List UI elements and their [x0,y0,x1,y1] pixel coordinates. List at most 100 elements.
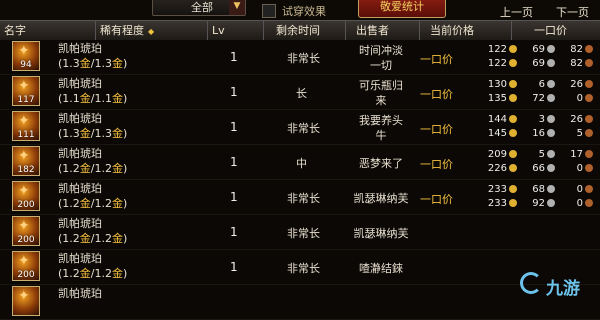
copper-amount: 26 [570,114,583,125]
gold-amount: 122 [487,44,507,55]
col-seller[interactable]: 出售者 [346,21,420,40]
table-row[interactable]: ✦ 111 凯帕琥珀 (1.3金/1.3金) 1 非常长 我要养头牛一口价 144 3 26 145… [0,110,600,145]
table-row[interactable]: ✦ 94 凯帕琥珀 (1.3金/1.3金) 1 非常长 时间冲淡 一切 一口价 122 69 82 12… [0,40,600,75]
amber-item-icon[interactable]: ✦ 182 [12,146,40,176]
ratio-a: 1.1 [62,92,80,105]
item-ratio: (1.2金/1.2金) [58,267,128,280]
buyout-link[interactable]: 一口价 [420,51,453,67]
amber-item-icon[interactable]: ✦ 200 [12,251,40,281]
gold-coin-icon [509,129,517,137]
amber-item-icon[interactable]: ✦ 200 [12,181,40,211]
ratio-unit-a: 金 [79,92,91,105]
copper-coin-icon [585,115,593,123]
time-left: 非常长 [287,192,320,205]
amber-item-icon[interactable]: ✦ 94 [12,41,40,71]
table-row[interactable]: ✦ 200 凯帕琥珀 (1.2金/1.2金) 1 非常长 凯瑟琳纳芙 一口价 233 68 0 233… [0,180,600,215]
time-left: 中 [296,157,307,170]
item-name: 凯帕琥珀 [58,112,102,125]
item-name-cell[interactable]: 凯帕琥珀 (1.3金/1.3金) [58,111,127,141]
copper-coin-icon [585,150,593,158]
silver-coin-icon [547,199,555,207]
time-left: 非常长 [287,227,320,240]
item-name-cell[interactable]: 凯帕琥珀 (1.1金/1.1金) [58,76,127,106]
gem-glyph-icon: ✦ [18,218,30,234]
gold-coin-icon [509,94,517,102]
item-name-cell[interactable]: 凯帕琥珀 (1.2金/1.2金) [58,251,127,281]
item-level: 1 [230,155,238,169]
seller-name: 可乐瓶归 [359,79,403,92]
buyout-link[interactable]: 一口价 [420,121,453,137]
tryon-checkbox[interactable] [262,4,276,18]
ratio-unit-a: 金 [79,162,91,175]
copper-coin-icon [585,199,593,207]
table-row[interactable]: ✦ 凯帕琥珀 [0,285,600,320]
col-rarity[interactable]: 稀有程度 ◆ [96,21,208,40]
ratio-unit-a: 金 [79,197,91,210]
col-lv[interactable]: Lv [208,21,264,40]
item-name: 凯帕琥珀 [58,147,102,160]
silver-amount: 66 [532,163,545,174]
gold-amount: 226 [487,163,507,174]
stats-button[interactable]: 敬爱统计 [358,0,446,18]
buyout-link[interactable]: 一口价 [420,156,453,172]
item-name-cell[interactable]: 凯帕琥珀 (1.3金/1.3金) [58,41,127,71]
col-time[interactable]: 剩余时间 [264,21,346,40]
seller-name-cont: 一切 [370,59,392,72]
seller-name: 时间冲淡 [359,44,403,57]
silver-amount: 69 [532,58,545,69]
silver-coin-icon [547,185,555,193]
table-row[interactable]: ✦ 200 凯帕琥珀 (1.2金/1.2金) 1 非常长 喳瀞结錸 [0,250,600,285]
item-level: 1 [230,85,238,99]
seller-cell: 可乐瓶归来 [346,78,416,108]
amber-item-icon[interactable]: ✦ 200 [12,216,40,246]
buyout-link[interactable]: 一口价 [420,191,453,207]
ratio-b: 1.2 [94,162,113,175]
item-name-cell[interactable]: 凯帕琥珀 (1.2金/1.2金) [58,146,127,176]
gem-glyph-icon: ✦ [18,148,30,164]
amber-item-icon[interactable]: ✦ [12,286,40,316]
copper-coin-icon [585,59,593,67]
current-price: 209 5 17 [475,149,593,162]
time-left: 非常长 [287,262,320,275]
seller-cell: 我要养头牛 [346,113,416,143]
prev-page-button[interactable]: 上一页 [500,4,533,20]
col-current-price[interactable]: 当前价格 [420,21,512,40]
gem-glyph-icon: ✦ [18,113,30,129]
buyout-link[interactable]: 一口价 [420,86,453,102]
ratio-unit-b: 金 [112,232,124,245]
sort-arrow-icon: ◆ [148,27,155,36]
col-buyout[interactable]: 一口价 [512,21,600,40]
current-price: 144 3 26 [475,114,593,127]
silver-coin-icon [547,164,555,172]
table-row[interactable]: ✦ 117 凯帕琥珀 (1.1金/1.1金) 1 长可乐瓶归来一口价 130 6 26 135 72… [0,75,600,110]
seller-name-cont: 来 [375,94,387,107]
ratio-unit-b: 金 [112,92,124,105]
item-name-cell[interactable]: 凯帕琥珀 [58,286,102,301]
silver-amount: 68 [532,184,545,195]
col-name[interactable]: 名字 [0,21,96,40]
amber-item-icon[interactable]: ✦ 111 [12,111,40,141]
col-name-label: 名字 [4,24,26,37]
tryon-toggle[interactable]: 试穿效果 [262,4,326,18]
gold-coin-icon [509,185,517,193]
column-header: 名字 稀有程度 ◆ Lv 剩余时间 出售者 当前价格 一口价 [0,20,600,41]
item-name-cell[interactable]: 凯帕琥珀 (1.2金/1.2金) [58,181,127,211]
next-page-button[interactable]: 下一页 [556,4,589,20]
item-name-cell[interactable]: 凯帕琥珀 (1.2金/1.2金) [58,216,127,246]
filter-dropdown[interactable]: 全部 ▼ [152,0,246,16]
amber-item-icon[interactable]: ✦ 117 [12,76,40,106]
table-row[interactable]: ✦ 182 凯帕琥珀 (1.2金/1.2金) 1 中 恶梦来了 一口价 209 5 17 226 66 0 [0,145,600,180]
silver-coin-icon [547,45,555,53]
item-name: 凯帕琥珀 [58,217,102,230]
ratio-unit-a: 金 [79,57,91,70]
item-stack-count: 182 [17,165,35,175]
ratio-b: 1.3 [94,127,113,140]
ratio-unit-b: 金 [112,267,124,280]
ratio-a: 1.2 [62,197,80,210]
silver-amount: 6 [538,79,545,90]
table-row[interactable]: ✦ 200 凯帕琥珀 (1.2金/1.2金) 1 非常长 凯瑟琳纳芙 [0,215,600,250]
time-left: 长 [296,87,307,100]
seller-cell: 时间冲淡 一切 [346,43,416,73]
nine-game-logo-icon [520,272,542,294]
item-stack-count: 111 [17,130,35,140]
